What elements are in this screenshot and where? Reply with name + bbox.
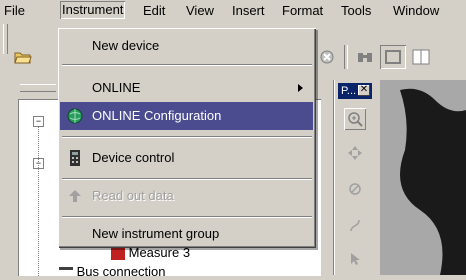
open-folder-icon[interactable] bbox=[12, 46, 34, 68]
canvas[interactable] bbox=[380, 80, 466, 275]
menu-view[interactable]: View bbox=[186, 3, 214, 19]
menu-edit[interactable]: Edit bbox=[143, 3, 165, 19]
instrument-dropdown-menu: New device ONLINE ONLINE Configuration D… bbox=[58, 28, 316, 248]
menu-separator bbox=[62, 178, 312, 180]
frame-view-icon[interactable] bbox=[380, 45, 406, 69]
menu-insert-label: Insert bbox=[232, 3, 265, 18]
globe-icon bbox=[66, 107, 84, 125]
menu-item-label: Read out data bbox=[92, 188, 174, 203]
palette-close-icon[interactable]: ✕ bbox=[358, 85, 370, 96]
canvas-artwork bbox=[400, 88, 466, 275]
menu-window[interactable]: Window bbox=[393, 3, 439, 19]
pointer-icon[interactable] bbox=[344, 248, 366, 270]
menu-separator bbox=[62, 216, 312, 218]
menu-item-new-device[interactable]: New device bbox=[60, 32, 313, 60]
menu-bar: File Instrument Edit View Insert Format … bbox=[0, 0, 466, 20]
upload-arrow-icon bbox=[66, 187, 84, 205]
menu-format[interactable]: Format bbox=[282, 3, 323, 19]
tree-line bbox=[38, 126, 39, 276]
menu-item-label: ONLINE Configuration bbox=[92, 108, 222, 123]
palette-title: P... bbox=[341, 85, 357, 97]
menu-item-label: Device control bbox=[92, 150, 175, 165]
toolbar-grip[interactable] bbox=[3, 24, 8, 54]
tree-header-grip bbox=[20, 84, 56, 92]
delete-icon[interactable] bbox=[316, 46, 338, 68]
device-control-icon bbox=[66, 149, 84, 167]
palette-title-bar: P... ✕ bbox=[338, 83, 372, 99]
menu-item-label: ONLINE bbox=[92, 80, 141, 95]
menu-item-device-control[interactable]: Device control bbox=[60, 144, 313, 172]
menu-separator bbox=[62, 136, 312, 138]
menu-file[interactable]: File bbox=[4, 3, 25, 19]
menu-item-label: New instrument group bbox=[92, 226, 220, 241]
menu-separator bbox=[62, 64, 312, 66]
menu-file-label: File bbox=[4, 3, 25, 18]
tree-item[interactable]: Bus connection bbox=[59, 264, 166, 280]
tool-palette: P... ✕ bbox=[334, 80, 375, 275]
split-view-icon[interactable] bbox=[410, 46, 432, 68]
bus-connection-icon bbox=[59, 267, 73, 278]
menu-tools-label: Tools bbox=[341, 3, 372, 18]
measure-icon bbox=[111, 247, 125, 260]
binoculars-icon[interactable] bbox=[354, 46, 376, 68]
tree-item-label: Bus connection bbox=[76, 264, 166, 279]
menu-insert[interactable]: Insert bbox=[232, 3, 265, 19]
toolbar-separator bbox=[344, 45, 348, 69]
menu-tools[interactable]: Tools bbox=[341, 3, 371, 19]
menu-item-online-configuration[interactable]: ONLINE Configuration bbox=[60, 102, 313, 130]
submenu-arrow-icon bbox=[298, 84, 303, 92]
no-entry-icon[interactable] bbox=[344, 178, 366, 200]
move-icon[interactable] bbox=[344, 142, 366, 164]
menu-item-label: New device bbox=[92, 38, 160, 53]
menu-instrument-label: Instrument bbox=[62, 2, 124, 17]
zoom-icon[interactable] bbox=[344, 108, 366, 130]
menu-item-new-instrument-group[interactable]: New instrument group bbox=[60, 220, 313, 248]
menu-instrument[interactable]: Instrument bbox=[60, 1, 125, 19]
menu-item-read-out-data[interactable]: Read out data bbox=[60, 182, 313, 210]
menu-item-online[interactable]: ONLINE bbox=[60, 74, 313, 102]
menu-view-label: View bbox=[186, 3, 214, 18]
curve-icon[interactable] bbox=[344, 214, 366, 236]
menu-format-label: Format bbox=[282, 3, 324, 18]
menu-edit-label: Edit bbox=[143, 3, 166, 18]
menu-window-label: Window bbox=[393, 3, 440, 18]
